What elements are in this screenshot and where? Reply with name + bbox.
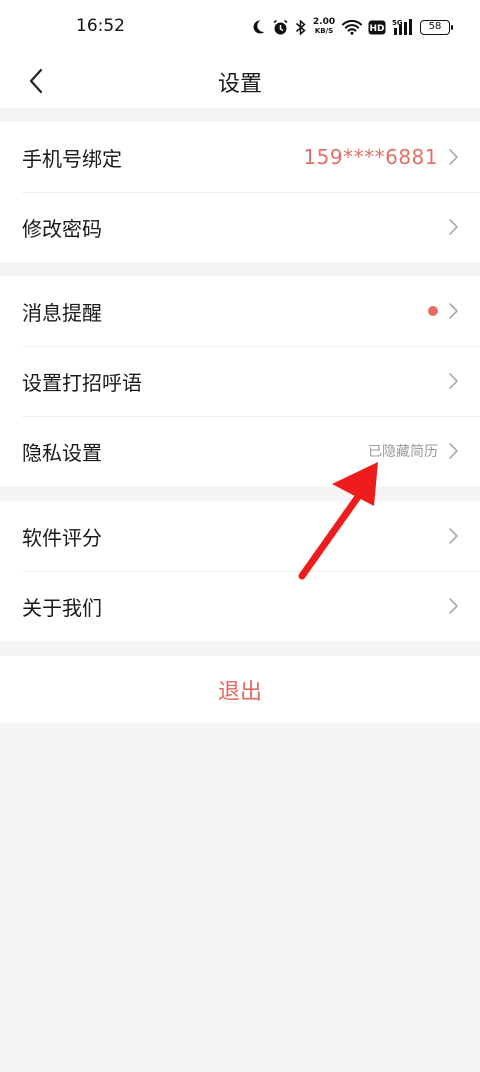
row-right [446,372,460,390]
row-app-rating[interactable]: 软件评分 [0,501,480,571]
wifi-icon [342,19,362,35]
logout-button[interactable]: 退出 [0,656,480,723]
moon-icon [253,20,265,34]
row-label: 隐私设置 [22,440,102,465]
row-label: 设置打招呼语 [22,370,142,395]
alarm-icon [273,19,288,34]
chevron-right-icon [449,303,458,319]
row-right: 159****6881 [303,145,460,169]
row-message-reminder[interactable]: 消息提醒 [0,276,480,346]
row-label: 修改密码 [22,216,102,241]
chevron-right-icon [449,219,458,235]
battery-icon: 58 [420,19,453,35]
page-title: 设置 [217,72,262,97]
settings-group-messages: 消息提醒 设置打招呼语 隐私设置 已隐藏简历 [0,276,480,486]
row-label: 手机号绑定 [22,146,122,171]
status-time: 16:52 [76,16,125,36]
chevron-right-icon [449,373,458,389]
chevron-right-icon [449,149,458,165]
settings-group-account: 手机号绑定 159****6881 修改密码 [0,122,480,262]
battery-level: 58 [428,20,442,32]
notification-dot [428,306,438,316]
bluetooth-icon [296,18,306,36]
row-privacy[interactable]: 隐私设置 已隐藏简历 [0,416,480,486]
row-right [428,302,460,320]
privacy-status-value: 已隐藏简历 [368,444,438,460]
status-icons: 2.00 KB/S HD 5G 58 [250,16,453,38]
net-speed-unit: KB/S [314,27,334,35]
status-bar: 16:52 2.00 KB/S HD 5G 58 [0,0,480,56]
row-right [446,218,460,236]
row-change-password[interactable]: 修改密码 [0,192,480,262]
hd-icon: HD [368,20,386,34]
chevron-right-icon [449,598,458,614]
net-speed-value: 2.00 [312,17,336,27]
settings-group-about: 软件评分 关于我们 [0,501,480,641]
row-right: 已隐藏简历 [368,441,460,461]
hd-label: HD [369,24,384,34]
signal-icon: 5G [392,19,412,35]
chevron-right-icon [449,528,458,544]
net-speed: 2.00 KB/S [312,18,336,36]
row-greeting[interactable]: 设置打招呼语 [0,346,480,416]
row-right [446,597,460,615]
phone-number-value: 159****6881 [303,145,438,169]
row-label: 关于我们 [22,595,102,620]
logout-label: 退出 [217,679,262,705]
row-about-us[interactable]: 关于我们 [0,571,480,641]
row-phone-binding[interactable]: 手机号绑定 159****6881 [0,122,480,192]
row-right [446,527,460,545]
nav-bar: 设置 [0,56,480,108]
row-label: 软件评分 [22,525,102,550]
row-label: 消息提醒 [22,300,102,325]
chevron-right-icon [449,443,458,459]
